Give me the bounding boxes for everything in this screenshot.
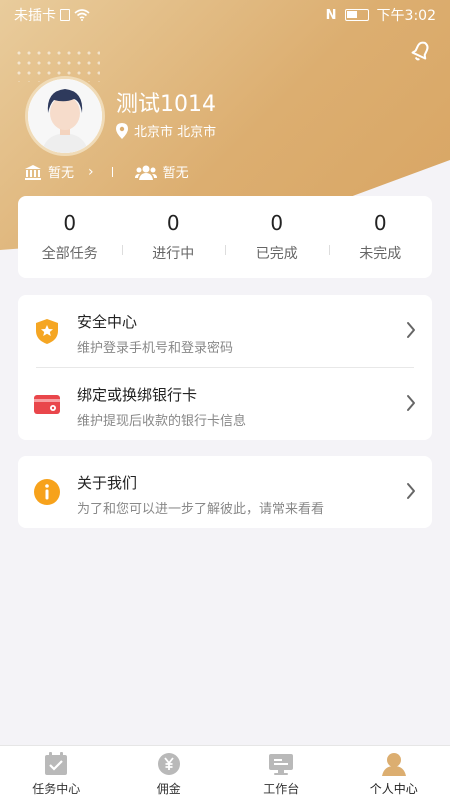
- stat-label: 未完成: [359, 246, 402, 262]
- location-text: 北京市 北京市: [134, 125, 217, 140]
- menu-title: 安全中心: [77, 313, 138, 331]
- monitor-icon: [269, 754, 294, 775]
- avatar-illustration: [28, 79, 102, 153]
- stat-value: 0: [166, 211, 180, 235]
- nfc-icon: N: [325, 7, 337, 23]
- bank-status-text: 暂无: [48, 166, 75, 181]
- menu-title: 关于我们: [77, 474, 138, 492]
- chevron-right-icon: [407, 483, 415, 499]
- stat-label: 全部任务: [41, 246, 98, 262]
- bank-icon: [25, 164, 41, 180]
- settings-card: 安全中心 维护登录手机号和登录密码 绑定或换绑银行卡 维护提现后收款的银行卡信息: [18, 295, 432, 440]
- profile-meta-row: 暂无 › 暂无: [24, 162, 189, 181]
- task-stats-card: 0 全部任务 0 进行中 0 已完成 0 未完成: [18, 196, 432, 278]
- bottom-tab-bar: 任务中心 佣金 工作台 个人中心: [0, 745, 450, 800]
- status-bar: 未插卡 N 下午3:02: [0, 0, 450, 28]
- tab-label: 工作台: [263, 782, 300, 796]
- battery-icon: [344, 9, 369, 21]
- stat-label: 进行中: [152, 246, 195, 262]
- menu-subtitle: 维护提现后收款的银行卡信息: [77, 414, 247, 429]
- tab-task-center[interactable]: 任务中心: [0, 746, 113, 800]
- location-row: 北京市 北京市: [116, 121, 216, 140]
- wifi-icon: [74, 9, 90, 21]
- team-status-text: 暂无: [162, 166, 189, 181]
- bell-icon[interactable]: [408, 38, 434, 64]
- stat-incomplete[interactable]: 0 未完成: [328, 211, 433, 263]
- location-pin-icon: [116, 122, 128, 139]
- stat-value: 0: [270, 211, 284, 235]
- person-icon: [381, 753, 406, 776]
- username: 测试1014: [116, 92, 216, 117]
- info-icon: [34, 479, 60, 505]
- tab-commission[interactable]: 佣金: [113, 746, 226, 800]
- menu-subtitle: 为了和您可以进一步了解彼此，请常来看看: [77, 502, 325, 517]
- stat-in-progress[interactable]: 0 进行中: [121, 211, 226, 263]
- carrier-text: 未插卡: [14, 8, 56, 24]
- yen-coin-icon: [157, 753, 180, 775]
- menu-item-bank-card[interactable]: 绑定或换绑银行卡 维护提现后收款的银行卡信息: [18, 368, 432, 440]
- tab-label: 个人中心: [369, 782, 418, 796]
- tab-workbench[interactable]: 工作台: [225, 746, 338, 800]
- team-status[interactable]: 暂无: [134, 162, 189, 181]
- menu-item-security-center[interactable]: 安全中心 维护登录手机号和登录密码: [18, 295, 432, 367]
- menu-subtitle: 维护登录手机号和登录密码: [77, 341, 234, 356]
- chevron-right-icon: ›: [88, 163, 94, 180]
- tab-label: 佣金: [156, 782, 181, 796]
- menu-title: 绑定或换绑银行卡: [77, 386, 198, 404]
- tab-personal-center[interactable]: 个人中心: [338, 746, 450, 800]
- stat-label: 已完成: [255, 246, 298, 262]
- bank-status[interactable]: 暂无 ›: [24, 162, 94, 181]
- sim-icon: [60, 9, 70, 21]
- bank-card-icon: [34, 395, 60, 414]
- stat-value: 0: [373, 211, 387, 235]
- users-icon: [134, 165, 157, 180]
- divider: [111, 166, 113, 177]
- stat-value: 0: [63, 211, 77, 235]
- chevron-right-icon: [407, 395, 415, 411]
- tab-label: 任务中心: [32, 782, 81, 796]
- calendar-check-icon: [45, 752, 68, 775]
- menu-item-about-us[interactable]: 关于我们 为了和您可以进一步了解彼此，请常来看看: [18, 456, 432, 528]
- shield-star-icon: [36, 319, 58, 344]
- avatar[interactable]: [25, 76, 105, 156]
- stat-completed[interactable]: 0 已完成: [225, 211, 329, 263]
- chevron-right-icon: [407, 322, 415, 338]
- stat-all-tasks[interactable]: 0 全部任务: [18, 211, 122, 263]
- about-card: 关于我们 为了和您可以进一步了解彼此，请常来看看: [18, 456, 432, 528]
- clock-text: 下午3:02: [376, 8, 436, 24]
